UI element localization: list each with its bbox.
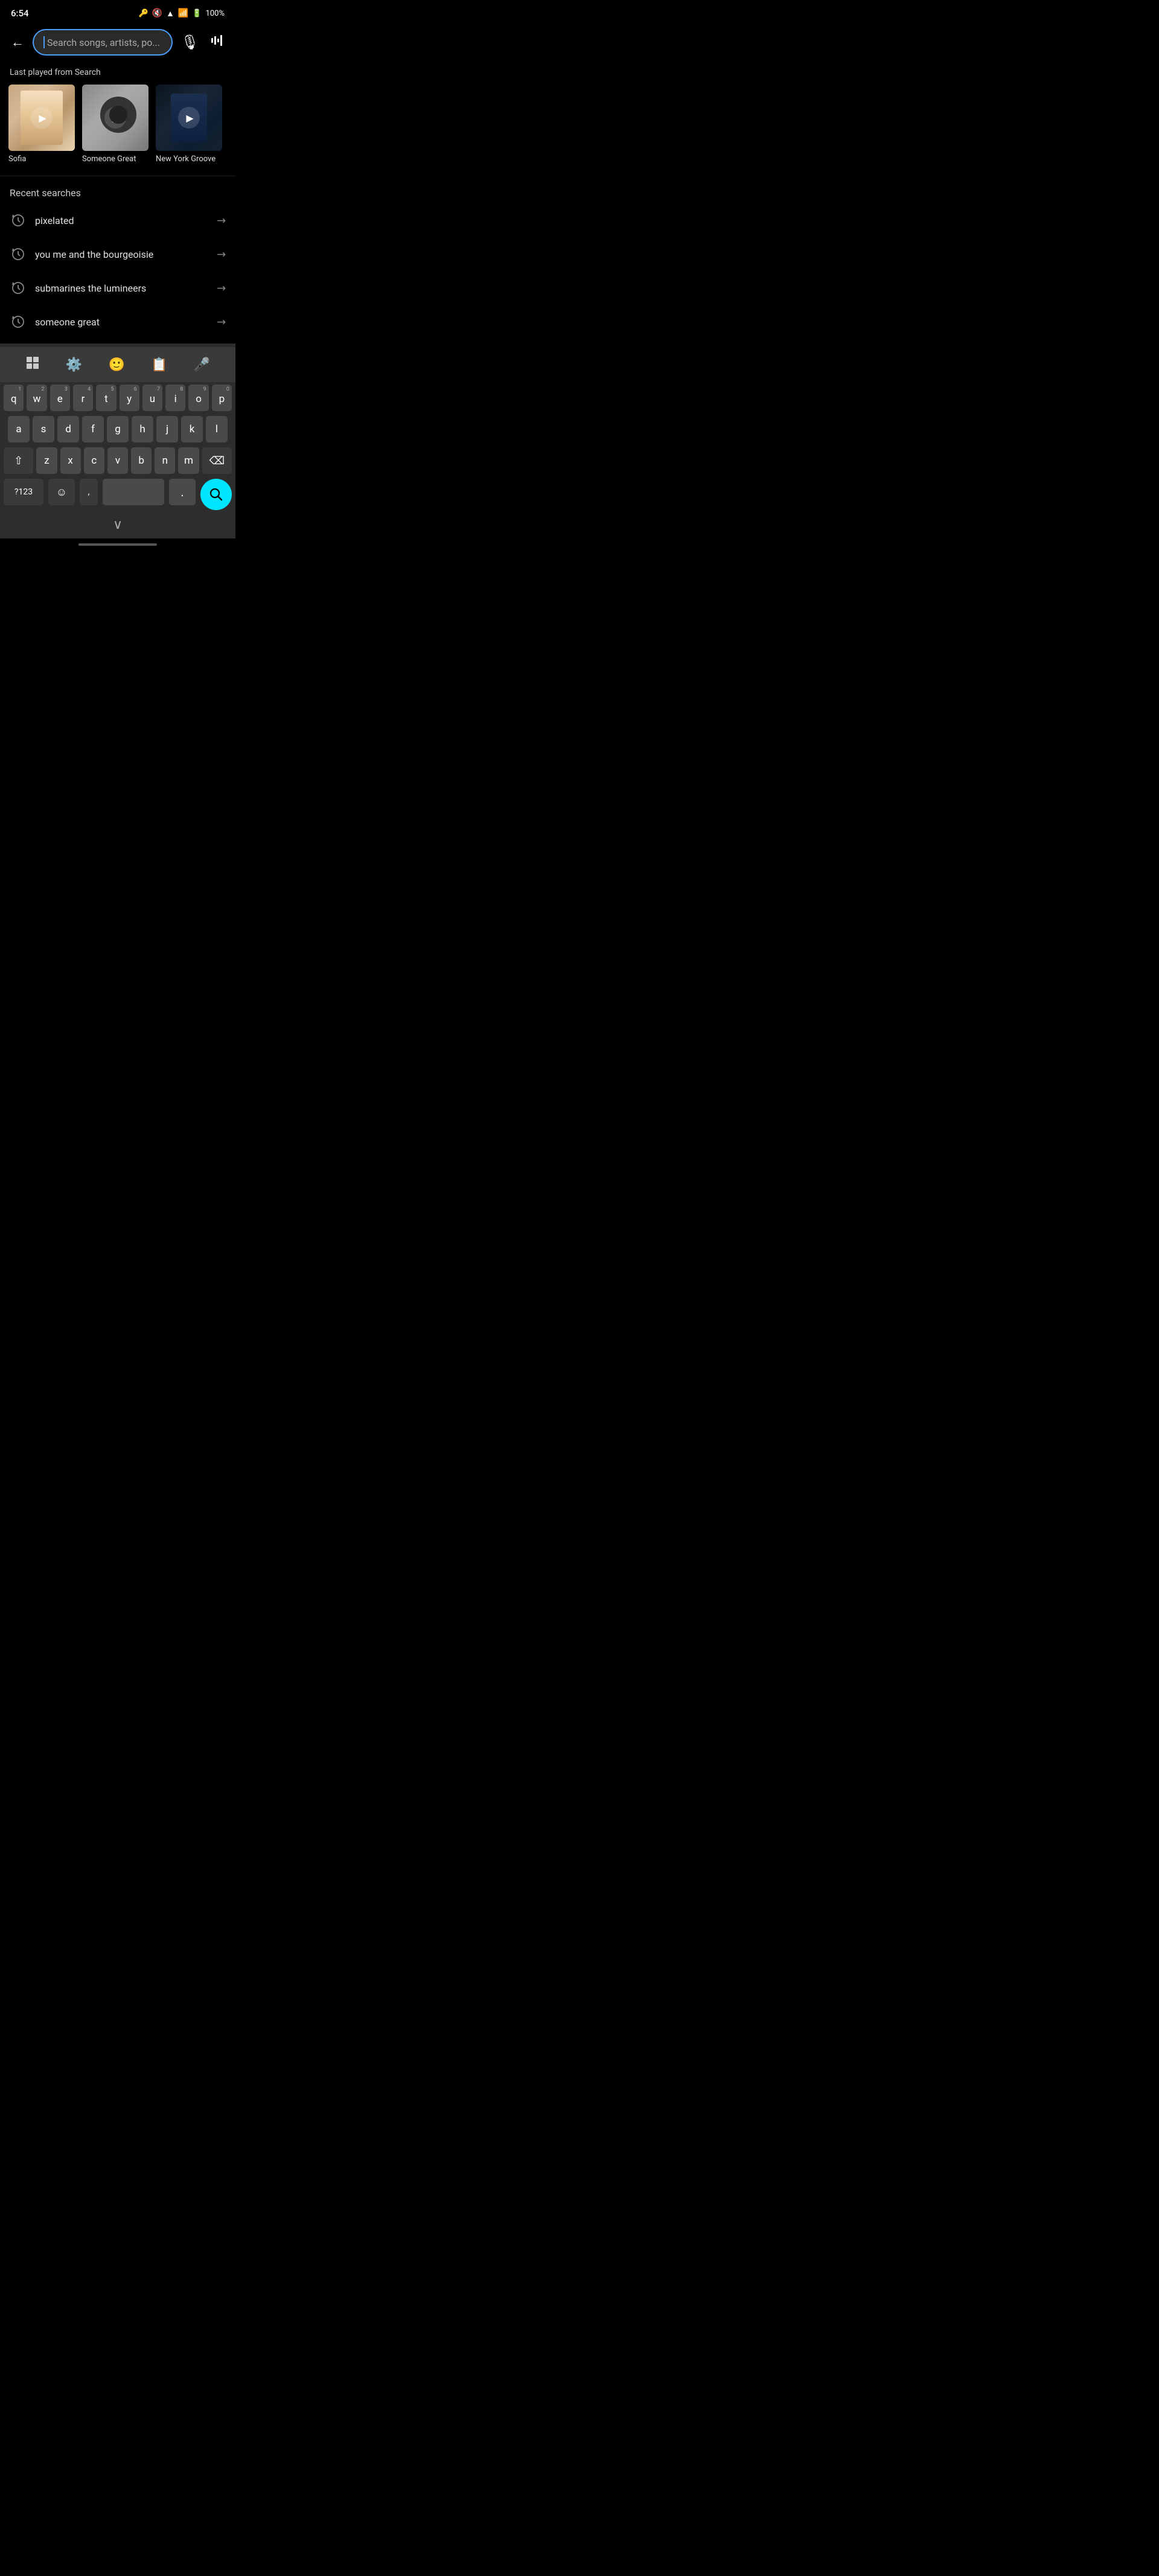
key-k[interactable]: k	[181, 416, 203, 443]
key-emoji-face[interactable]: ☺	[48, 479, 75, 505]
battery-percent: 100%	[206, 9, 225, 18]
key-o[interactable]: 9 o	[188, 385, 208, 411]
key-t[interactable]: 5 t	[96, 385, 116, 411]
key-w[interactable]: 2 w	[27, 385, 46, 411]
search-term-someone-great: someone great	[35, 316, 217, 328]
key-search[interactable]	[200, 479, 232, 510]
card-someone-great[interactable]: ▶ Someone Great	[82, 85, 148, 164]
key-s[interactable]: s	[33, 416, 54, 443]
play-icon-sofia: ▶	[39, 112, 46, 124]
history-icon-3	[10, 280, 27, 296]
recent-search-someone-great[interactable]: someone great ↗	[0, 305, 235, 339]
key-r[interactable]: 4 r	[73, 385, 93, 411]
keyboard-collapse-button[interactable]: ∨	[113, 517, 123, 532]
mute-icon: 🔇	[152, 8, 162, 18]
play-icon-new-york: ▶	[186, 112, 193, 124]
key-z[interactable]: z	[36, 447, 57, 474]
key-d[interactable]: d	[57, 416, 79, 443]
key-y[interactable]: 6 y	[120, 385, 139, 411]
keyboard-toolbar: ⚙️ 🙂 📋 🎤	[0, 347, 235, 382]
key-q[interactable]: 1 q	[4, 385, 24, 411]
keyboard-middle-row: a s d f g h j k l	[0, 414, 235, 445]
mic-button[interactable]: 🎙	[179, 31, 202, 53]
key-l[interactable]: l	[206, 416, 228, 443]
card-title-sofia: Sofia	[8, 155, 75, 164]
card-thumb-new-york[interactable]: ▶	[156, 85, 222, 151]
keyboard-space-row: ?123 ☺ , .	[0, 476, 235, 514]
status-time: 6:54	[11, 8, 29, 19]
kb-settings-button[interactable]: ⚙️	[61, 355, 87, 375]
key-b[interactable]: b	[131, 447, 152, 474]
home-indicator	[0, 539, 235, 548]
key-icon: 🔑	[138, 9, 148, 18]
kb-apps-button[interactable]	[21, 353, 45, 376]
key-f[interactable]: f	[82, 416, 104, 443]
key-m[interactable]: m	[178, 447, 199, 474]
key-space[interactable]	[103, 479, 164, 505]
key-n[interactable]: n	[155, 447, 175, 474]
key-comma[interactable]: ,	[80, 479, 98, 505]
last-played-label: Last played from Search	[0, 63, 235, 85]
card-title-someone-great: Someone Great	[82, 155, 148, 164]
key-v[interactable]: v	[107, 447, 128, 474]
key-c[interactable]: c	[84, 447, 104, 474]
last-played-section: Last played from Search ▶ Sofia ▶ Someon…	[0, 63, 235, 176]
key-backspace[interactable]: ⌫	[202, 447, 232, 474]
kb-mic-button[interactable]: 🎤	[189, 355, 215, 375]
key-h[interactable]: h	[132, 416, 153, 443]
text-cursor	[43, 36, 45, 48]
card-new-york-groove[interactable]: ▶ New York Groove	[156, 85, 222, 164]
key-g[interactable]: g	[107, 416, 129, 443]
play-overlay-sofia: ▶	[31, 107, 53, 129]
history-icon-4	[10, 313, 27, 330]
key-shift[interactable]: ⇧	[4, 447, 33, 474]
wifi-icon: ▲	[166, 8, 174, 19]
key-period[interactable]: .	[169, 479, 196, 505]
kb-clipboard-button[interactable]: 📋	[146, 355, 172, 375]
search-area: ← Search songs, artists, po... 🎙	[0, 24, 235, 63]
battery-icon: 🔋	[192, 9, 202, 18]
search-placeholder: Search songs, artists, po...	[47, 37, 160, 48]
signal-icon: 📶	[178, 8, 188, 18]
recent-searches-section: Recent searches pixelated ↗ you me and t…	[0, 179, 235, 339]
play-icon-someone-great: ▶	[112, 112, 120, 124]
search-term-pixelated: pixelated	[35, 215, 217, 226]
search-input-wrapper[interactable]: Search songs, artists, po...	[33, 29, 173, 56]
keyboard-bottom-row: ⇧ z x c v b n m ⌫	[0, 445, 235, 476]
back-button[interactable]: ←	[8, 32, 27, 53]
play-overlay-new-york: ▶	[178, 107, 200, 129]
keyboard: ⚙️ 🙂 📋 🎤 1 q 2 w 3 e 4 r 5 t 6 y	[0, 344, 235, 539]
audio-bars-button[interactable]	[208, 32, 227, 53]
key-e[interactable]: 3 e	[50, 385, 70, 411]
key-i[interactable]: 8 i	[165, 385, 185, 411]
key-numbers-toggle[interactable]: ?123	[4, 479, 43, 505]
recent-search-you-me[interactable]: you me and the bourgeoisie ↗	[0, 237, 235, 271]
key-u[interactable]: 7 u	[142, 385, 162, 411]
history-icon-1	[10, 212, 27, 229]
search-term-submarines: submarines the lumineers	[35, 283, 217, 294]
status-bar: 6:54 🔑 🔇 ▲ 📶 🔋 100%	[0, 0, 235, 24]
play-overlay-someone-great: ▶	[104, 107, 126, 129]
key-x[interactable]: x	[60, 447, 81, 474]
card-thumb-sofia[interactable]: ▶	[8, 85, 75, 151]
search-term-you-me: you me and the bourgeoisie	[35, 249, 217, 260]
keyboard-number-row: 1 q 2 w 3 e 4 r 5 t 6 y 7 u 8 i	[0, 382, 235, 414]
key-p[interactable]: 0 p	[212, 385, 232, 411]
recent-search-pixelated[interactable]: pixelated ↗	[0, 203, 235, 237]
keyboard-collapse-row: ∨	[0, 514, 235, 539]
cards-row: ▶ Sofia ▶ Someone Great ▶ New York Groov…	[0, 85, 235, 176]
card-sofia[interactable]: ▶ Sofia	[8, 85, 75, 164]
key-a[interactable]: a	[8, 416, 30, 443]
home-bar	[78, 543, 157, 546]
recent-search-submarines[interactable]: submarines the lumineers ↗	[0, 271, 235, 305]
status-icons: 🔑 🔇 ▲ 📶 🔋 100%	[138, 8, 225, 19]
card-title-new-york: New York Groove	[156, 155, 222, 164]
history-icon-2	[10, 246, 27, 263]
key-j[interactable]: j	[156, 416, 178, 443]
card-thumb-someone-great[interactable]: ▶	[82, 85, 148, 151]
recent-searches-label: Recent searches	[0, 179, 235, 203]
kb-emoji-button[interactable]: 🙂	[104, 355, 130, 375]
